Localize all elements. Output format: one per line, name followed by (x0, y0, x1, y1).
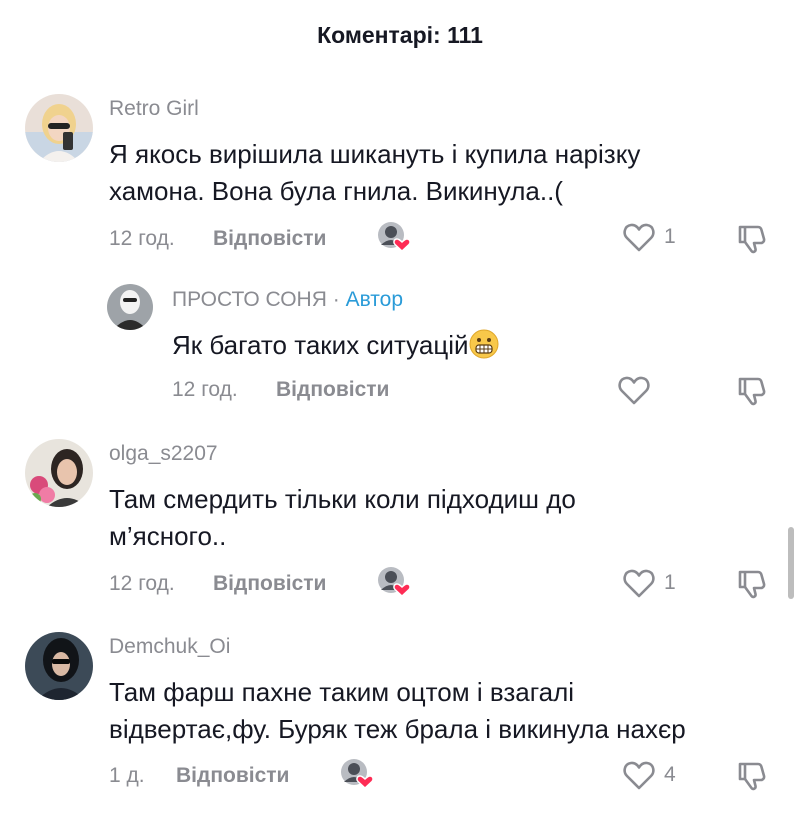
like-button[interactable]: 1 (622, 220, 676, 254)
heart-outline-icon (623, 761, 655, 790)
dislike-button[interactable] (736, 566, 770, 600)
comment-text-line: Там смердить тільки коли підходиш до (109, 484, 576, 514)
thumb-down-icon (738, 377, 766, 406)
comment-text: Там фарш пахне таким оцтом і взагалі від… (109, 674, 686, 748)
avatar[interactable] (25, 439, 93, 507)
like-button[interactable]: 4 (622, 758, 676, 792)
comment-time: 12 год. (109, 227, 175, 250)
avatar[interactable] (107, 284, 153, 330)
comment-text-line: Як багато таких ситуацій (172, 330, 469, 360)
heart-outline-icon (618, 376, 650, 405)
comment-username[interactable]: Demchuk_Oi (109, 635, 230, 659)
reply-button[interactable]: Відповісти (276, 378, 389, 402)
dislike-button[interactable] (736, 758, 770, 792)
reply-button[interactable]: Відповісти (213, 572, 326, 596)
comment-text-line: відвертає,фу. Буряк теж брала і викинула… (109, 714, 686, 744)
thumb-down-icon (738, 762, 766, 791)
dislike-button[interactable] (736, 373, 770, 407)
comment-text-line: м’ясного.. (109, 521, 227, 551)
avatar[interactable] (25, 94, 93, 162)
comment-text: Там смердить тільки коли підходиш до м’я… (109, 481, 576, 555)
heart-outline-icon (623, 223, 655, 252)
comment-username[interactable]: Retro Girl (109, 97, 199, 121)
comment-text-line: хамона. Вона була гнила. Викинула..( (109, 176, 563, 206)
avatar[interactable] (25, 632, 93, 700)
author-badge: Автор (345, 288, 404, 311)
like-button[interactable]: 1 (622, 566, 676, 600)
comment-text: Я якось вирішила шикануть і купила наріз… (109, 136, 640, 210)
creator-liked-badge (376, 565, 411, 599)
heart-outline-icon (623, 569, 655, 598)
grimacing-face-icon (469, 329, 499, 359)
comment-text-line: Там фарш пахне таким оцтом і взагалі (109, 677, 575, 707)
reply-button[interactable]: Відповісти (176, 764, 289, 788)
thumb-down-icon (738, 570, 766, 599)
scrollbar[interactable] (788, 527, 794, 599)
comment-time: 12 год. (172, 378, 238, 401)
dislike-button[interactable] (736, 221, 770, 255)
separator-dot: · (332, 288, 340, 311)
like-count: 4 (664, 763, 676, 786)
comments-header: Коментарі: 111 (317, 22, 483, 48)
creator-liked-badge (376, 220, 411, 254)
comment-time: 1 д. (109, 764, 145, 787)
like-button[interactable] (617, 373, 651, 407)
comment-username[interactable]: ПРОСТО СОНЯ (172, 288, 327, 311)
thumb-down-icon (738, 225, 766, 254)
creator-liked-badge (339, 757, 374, 791)
like-count: 1 (664, 225, 676, 248)
like-count: 1 (664, 571, 676, 594)
reply-button[interactable]: Відповісти (213, 227, 326, 251)
comment-username[interactable]: olga_s2207 (109, 442, 218, 466)
comment-time: 12 год. (109, 572, 175, 595)
comment-text-line: Я якось вирішила шикануть і купила наріз… (109, 139, 641, 169)
comment-text: Як багато таких ситуацій (172, 327, 499, 364)
comment-username-row: ПРОСТО СОНЯ · Автор (172, 288, 403, 312)
